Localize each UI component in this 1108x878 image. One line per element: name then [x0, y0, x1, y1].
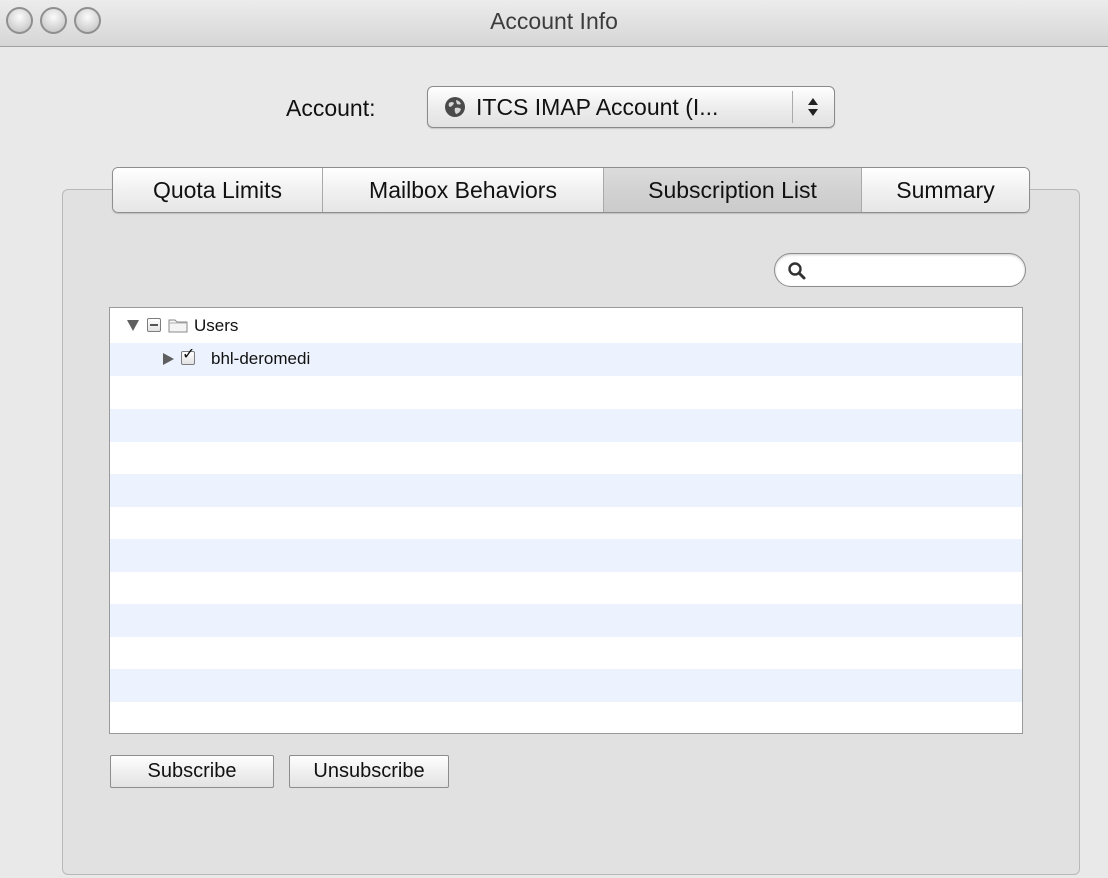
- tree-item-label: bhl-deromedi: [211, 349, 311, 368]
- empty-row: [110, 507, 1022, 540]
- tab-subscription-list[interactable]: Subscription List: [604, 168, 862, 212]
- tab-quota-limits[interactable]: Quota Limits: [113, 168, 323, 212]
- tree-row-bhl-deromedi[interactable]: ✓ bhl-deromedi: [110, 343, 1022, 376]
- empty-row: [110, 376, 1022, 409]
- magnifier-icon: [788, 262, 806, 280]
- empty-row: [110, 669, 1022, 702]
- account-label: Account:: [286, 95, 376, 121]
- empty-row: [110, 409, 1022, 442]
- empty-row: [110, 442, 1022, 475]
- empty-row: [110, 637, 1022, 670]
- users-checkbox[interactable]: [147, 318, 161, 332]
- empty-row: [110, 572, 1022, 605]
- unsubscribe-button[interactable]: Unsubscribe: [289, 755, 449, 788]
- tree-row-users[interactable]: Users: [110, 310, 1022, 343]
- search-field[interactable]: [774, 253, 1026, 287]
- subscription-tree[interactable]: Users ✓ bhl-deromedi: [109, 307, 1023, 734]
- checkmark-icon: ✓: [182, 346, 196, 363]
- title-bar[interactable]: Account Info: [0, 0, 1108, 47]
- account-popup[interactable]: ITCS IMAP Account (I...: [427, 86, 835, 128]
- empty-row: [110, 702, 1022, 733]
- empty-row: [110, 474, 1022, 507]
- window-title: Account Info: [490, 8, 618, 34]
- mixed-state-icon: [150, 324, 158, 326]
- account-info-window: Account Info Account: ITCS IMAP Account …: [0, 0, 1108, 878]
- search-input[interactable]: [813, 257, 1017, 285]
- disclosure-closed-icon[interactable]: [163, 353, 174, 365]
- subscribe-button[interactable]: Subscribe: [110, 755, 274, 788]
- globe-icon: [445, 97, 465, 117]
- tree-item-label: Users: [194, 316, 239, 335]
- empty-row: [110, 604, 1022, 637]
- account-popup-value: ITCS IMAP Account (I...: [476, 94, 719, 120]
- tab-bar: Quota Limits Mailbox Behaviors Subscript…: [112, 167, 1030, 213]
- folder-icon: [168, 319, 188, 333]
- disclosure-open-icon[interactable]: [127, 320, 139, 331]
- tab-summary[interactable]: Summary: [862, 168, 1029, 212]
- empty-row: [110, 539, 1022, 572]
- bhl-deromedi-checkbox[interactable]: ✓: [181, 346, 195, 365]
- popup-divider: [792, 91, 793, 123]
- tab-mailbox-behaviors[interactable]: Mailbox Behaviors: [323, 168, 604, 212]
- up-down-arrows-icon: [808, 98, 818, 116]
